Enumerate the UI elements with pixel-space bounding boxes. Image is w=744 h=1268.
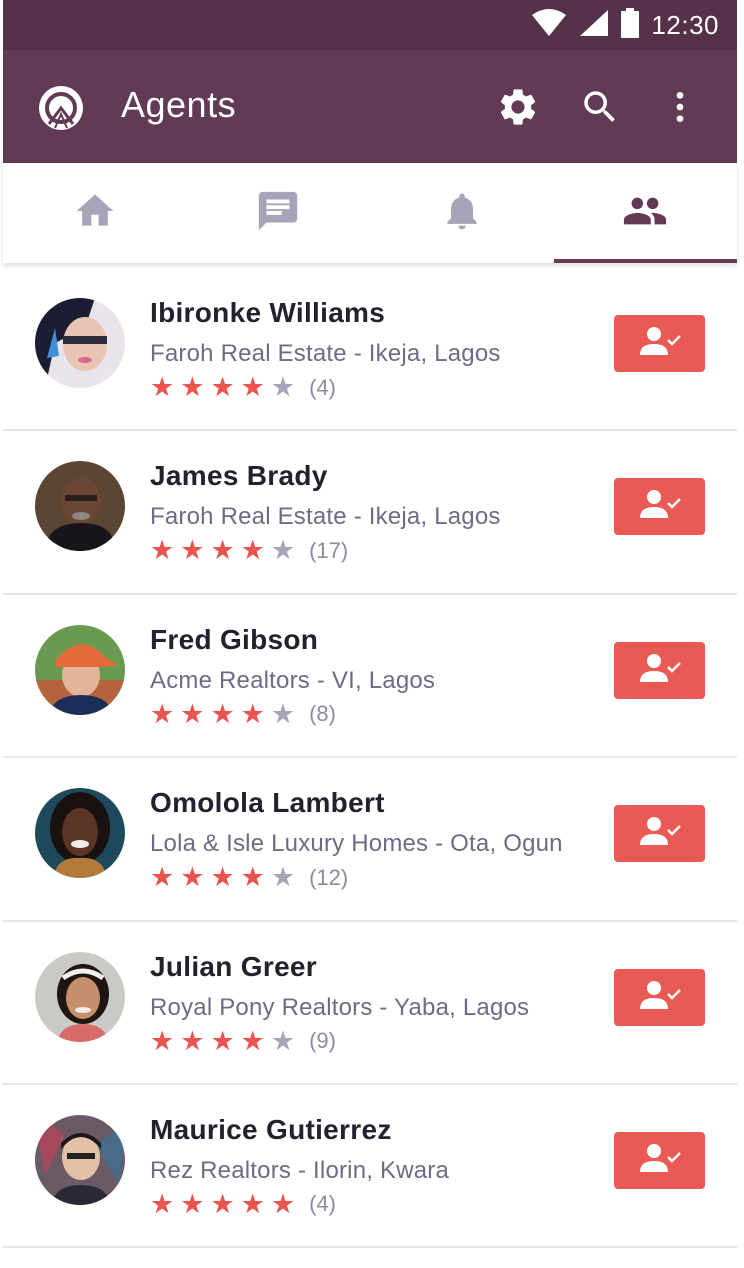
star-icon: ★: [180, 698, 205, 730]
avatar: [35, 1114, 125, 1205]
connect-agent-button[interactable]: [614, 315, 705, 372]
list-item[interactable]: James Brady Faroh Real Estate - Ikeja, L…: [3, 431, 737, 595]
connect-agent-button[interactable]: [614, 968, 705, 1026]
star-icon: ★: [240, 1025, 265, 1057]
bell-icon: [440, 188, 484, 239]
agent-name[interactable]: James Brady: [150, 460, 328, 492]
tab-bar: [3, 163, 737, 263]
person-check-icon: [638, 325, 682, 362]
wifi-icon: [531, 8, 567, 42]
star-icon: ★: [180, 535, 205, 567]
star-icon: ★: [150, 372, 175, 403]
page-title: Agents: [121, 84, 237, 125]
tab-agents[interactable]: [553, 163, 738, 263]
rating: ★ ★ ★ ★ ★ (12): [150, 864, 348, 891]
app-logo-icon[interactable]: [37, 84, 85, 132]
star-icon: ★: [240, 1188, 265, 1220]
person-check-icon: [638, 652, 682, 689]
connect-agent-button[interactable]: [614, 805, 705, 863]
status-bar: 12:30: [3, 0, 737, 50]
agent-company: Faroh Real Estate - Ikeja, Lagos: [150, 340, 501, 367]
person-check-icon: [638, 488, 682, 525]
tab-notifications[interactable]: [370, 163, 554, 263]
star-icon: ★: [180, 1025, 205, 1057]
rating-count: (17): [309, 537, 349, 563]
star-icon: ★: [270, 372, 296, 403]
star-icon: ★: [240, 535, 265, 567]
status-time: 12:30: [651, 9, 719, 40]
star-icon: ★: [150, 862, 175, 894]
app-bar: Agents: [3, 50, 737, 163]
people-icon: [622, 188, 668, 239]
list-item[interactable]: Maurice Gutierrez Rez Realtors - Ilorin,…: [3, 1085, 737, 1249]
person-check-icon: [638, 1142, 682, 1179]
star-icon: ★: [210, 862, 235, 894]
rating-count: (8): [309, 701, 336, 727]
star-icon: ★: [270, 698, 296, 730]
avatar: [35, 624, 125, 715]
star-icon: ★: [210, 535, 235, 567]
connect-agent-button[interactable]: [614, 478, 705, 536]
person-check-icon: [638, 815, 682, 852]
person-check-icon: [638, 979, 682, 1016]
star-icon: ★: [210, 1188, 235, 1220]
rating: ★ ★ ★ ★ ★ (4): [150, 374, 336, 401]
list-item[interactable]: Ibironke Williams Faroh Real Estate - Ik…: [3, 268, 737, 432]
avatar: [35, 461, 125, 552]
list-item[interactable]: Julian Greer Royal Pony Realtors - Yaba,…: [3, 922, 737, 1085]
star-icon: ★: [150, 1025, 175, 1057]
star-icon: ★: [180, 372, 205, 403]
star-icon: ★: [270, 862, 296, 894]
star-icon: ★: [240, 862, 265, 894]
tab-home[interactable]: [3, 163, 187, 263]
rating-count: (9): [309, 1028, 336, 1054]
connect-agent-button[interactable]: [614, 641, 705, 699]
agent-name[interactable]: Fred Gibson: [150, 624, 318, 656]
home-icon: [73, 189, 117, 238]
agent-list: Ibironke Williams Faroh Real Estate - Ik…: [3, 268, 737, 1249]
battery-icon: [621, 7, 640, 43]
star-icon: ★: [150, 698, 175, 730]
star-icon: ★: [210, 1025, 235, 1057]
search-icon[interactable]: [577, 84, 623, 130]
list-item[interactable]: Fred Gibson Acme Realtors - VI, Lagos ★ …: [3, 595, 737, 759]
message-icon: [255, 188, 301, 239]
rating: ★ ★ ★ ★ ★ (8): [150, 701, 336, 728]
avatar: [35, 951, 125, 1042]
tab-messages[interactable]: [187, 163, 371, 263]
star-icon: ★: [210, 698, 235, 730]
star-icon: ★: [270, 1188, 296, 1220]
star-icon: ★: [150, 1188, 175, 1220]
agent-name[interactable]: Ibironke Williams: [150, 297, 385, 329]
star-icon: ★: [240, 372, 265, 403]
agent-name[interactable]: Julian Greer: [150, 951, 317, 983]
star-icon: ★: [180, 1188, 205, 1220]
agent-company: Acme Realtors - VI, Lagos: [150, 666, 436, 694]
rating: ★ ★ ★ ★ ★ (17): [150, 537, 348, 564]
star-icon: ★: [270, 1025, 296, 1057]
star-icon: ★: [240, 698, 265, 730]
star-icon: ★: [150, 535, 175, 567]
agent-company: Faroh Real Estate - Ikeja, Lagos: [150, 503, 501, 531]
agent-company: Lola & Isle Luxury Homes - Ota, Ogun: [150, 830, 563, 858]
rating: ★ ★ ★ ★ ★ (9): [150, 1028, 336, 1055]
rating-count: (4): [309, 374, 336, 400]
agent-company: Rez Realtors - Ilorin, Kwara: [150, 1156, 450, 1184]
more-vert-icon[interactable]: [657, 84, 703, 130]
signal-icon: [579, 9, 609, 42]
avatar: [35, 298, 125, 388]
avatar: [35, 788, 125, 879]
agent-name[interactable]: Omolola Lambert: [150, 787, 385, 819]
rating: ★ ★ ★ ★ ★ (4): [150, 1191, 336, 1218]
rating-count: (12): [309, 864, 349, 890]
star-icon: ★: [270, 535, 296, 567]
star-icon: ★: [210, 372, 235, 403]
settings-icon[interactable]: [495, 84, 541, 130]
agent-company: Royal Pony Realtors - Yaba, Lagos: [150, 993, 530, 1021]
rating-count: (4): [309, 1191, 336, 1217]
star-icon: ★: [180, 862, 205, 894]
list-item[interactable]: Omolola Lambert Lola & Isle Luxury Homes…: [3, 758, 737, 922]
agent-name[interactable]: Maurice Gutierrez: [150, 1114, 392, 1146]
connect-agent-button[interactable]: [614, 1131, 705, 1189]
